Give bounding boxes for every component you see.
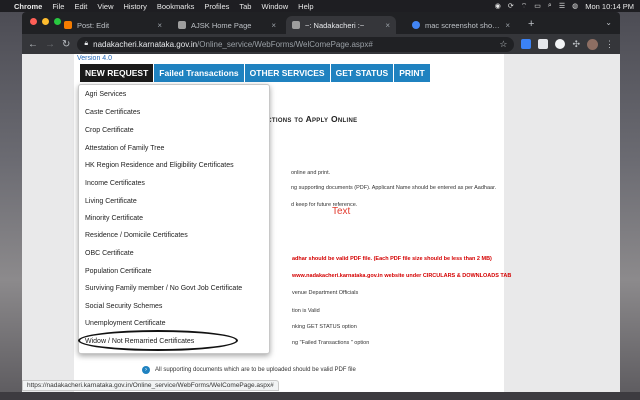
- profile-avatar[interactable]: [587, 38, 598, 50]
- instruction-line: ng "Failed Transactions " option: [292, 340, 370, 346]
- new-request-dropdown: Agri Services Caste Certificates Crop Ce…: [78, 84, 270, 354]
- instruction-line: online and print.: [291, 170, 331, 176]
- info-arrow-icon: ›: [142, 366, 150, 374]
- search-icon[interactable]: ⌕: [548, 2, 552, 10]
- version-label: Version 4.0: [77, 55, 113, 62]
- close-tab-icon[interactable]: ×: [385, 21, 390, 30]
- desktop-bottom: [0, 392, 640, 400]
- menu-item-minority-certificate[interactable]: Minority Certificate: [85, 215, 143, 222]
- menu-item-agri-services[interactable]: Agri Services: [85, 91, 126, 98]
- battery-icon[interactable]: ▭: [534, 2, 541, 10]
- page-viewport: Version 4.0 NEW REQUEST Failed Transacti…: [22, 54, 620, 392]
- menu-bar: Chrome File Edit View History Bookmarks …: [0, 0, 640, 12]
- extension-icon[interactable]: [555, 39, 566, 49]
- globe-icon: [292, 21, 300, 29]
- menu-item-widow-certificates[interactable]: Widow / Not Remarried Certificates: [85, 338, 194, 345]
- tab-title: ~: Nadakacheri :~: [305, 20, 365, 30]
- tab-strip: Post: Edit × AJSK Home Page × ~: Nadakac…: [22, 12, 620, 34]
- tab-nadakacheri[interactable]: ~: Nadakacheri :~ ×: [286, 16, 396, 34]
- bookmark-star-icon[interactable]: ☆: [499, 39, 507, 50]
- menu-item-family-tree[interactable]: Attestation of Family Tree: [85, 145, 164, 152]
- menu-history[interactable]: History: [124, 2, 147, 11]
- menu-item-surviving-family[interactable]: Surviving Family member / No Govt Job Ce…: [85, 285, 242, 292]
- menu-file[interactable]: File: [52, 2, 64, 11]
- instruction-line: venue Department Officials: [292, 290, 359, 296]
- control-center-icon[interactable]: ☰: [559, 2, 565, 10]
- browser-menu-icon[interactable]: ⋮: [605, 39, 614, 50]
- close-tab-icon[interactable]: ×: [505, 21, 510, 30]
- browser-toolbar: ← → ↻ 🔒︎ nadakacheri.karnataka.gov.in/On…: [22, 34, 620, 54]
- menu-item-hk-region[interactable]: HK Region Residence and Eligibility Cert…: [85, 162, 234, 169]
- menu-window[interactable]: Window: [261, 2, 288, 11]
- window-controls: [30, 18, 61, 25]
- instructions-heading: ructions to Apply Online: [258, 114, 358, 124]
- address-host: nadakacheri.karnataka.gov.in: [93, 39, 198, 49]
- instruction-line-warning: www.nadakacheri.karnataka.gov.in website…: [292, 273, 512, 279]
- blogger-icon: [64, 21, 72, 29]
- instruction-line: tion is Valid: [292, 308, 320, 314]
- annotation-text: Text: [332, 206, 351, 217]
- siri-icon[interactable]: ◍: [572, 2, 578, 10]
- tab-title: mac screenshot shortcut - Goo: [425, 20, 501, 30]
- forward-icon[interactable]: →: [45, 39, 55, 50]
- menu-item-social-security[interactable]: Social Security Schemes: [85, 303, 162, 310]
- menu-item-population-certificate[interactable]: Population Certificate: [85, 268, 152, 275]
- instruction-line: ng supporting documents (PDF). Applicant…: [291, 185, 497, 191]
- new-tab-button[interactable]: +: [528, 18, 534, 30]
- nav-new-request[interactable]: NEW REQUEST: [80, 64, 155, 82]
- browser-window: Post: Edit × AJSK Home Page × ~: Nadakac…: [22, 12, 620, 392]
- lock-icon[interactable]: 🔒︎: [84, 40, 88, 48]
- menu-item-residence-certificates[interactable]: Residence / Domicile Certificates: [85, 232, 188, 239]
- record-icon[interactable]: ◉: [495, 2, 501, 10]
- tab-title: Post: Edit: [77, 20, 110, 30]
- tab-google-search[interactable]: mac screenshot shortcut - Goo ×: [406, 16, 516, 34]
- instruction-bullet: › All supporting documents which are to …: [142, 366, 356, 374]
- google-icon: [412, 21, 420, 29]
- extension-icon[interactable]: [538, 39, 549, 49]
- nav-failed-transactions[interactable]: Failed Transactions: [154, 64, 245, 82]
- main-nav: NEW REQUEST Failed Transactions OTHER SE…: [80, 64, 431, 82]
- close-window-button[interactable]: [30, 18, 37, 25]
- extension-icon[interactable]: [521, 39, 532, 49]
- menu-item-caste-certificates[interactable]: Caste Certificates: [85, 109, 140, 116]
- status-url: https://nadakacheri.karnataka.gov.in/Onl…: [27, 382, 274, 389]
- instruction-line: nking GET STATUS option: [292, 324, 357, 330]
- sync-icon[interactable]: ⟳: [508, 2, 514, 10]
- extensions-puzzle-icon[interactable]: ✣: [572, 39, 580, 50]
- menu-item-crop-certificate[interactable]: Crop Certificate: [85, 127, 134, 134]
- nav-get-status[interactable]: GET STATUS: [330, 64, 395, 82]
- address-path: /Online_service/WebForms/WelComePage.asp…: [197, 39, 373, 49]
- nav-other-services[interactable]: OTHER SERVICES: [244, 64, 331, 82]
- menu-item-living-certificate[interactable]: Living Certificate: [85, 198, 137, 205]
- menu-item-obc-certificate[interactable]: OBC Certificate: [85, 250, 134, 257]
- address-bar[interactable]: 🔒︎ nadakacheri.karnataka.gov.in/Online_s…: [77, 36, 515, 52]
- link-status-bar: https://nadakacheri.karnataka.gov.in/Onl…: [22, 380, 279, 391]
- menu-tab[interactable]: Tab: [239, 2, 251, 11]
- reload-icon[interactable]: ↻: [62, 39, 70, 50]
- tab-title: AJSK Home Page: [191, 20, 252, 30]
- menu-profiles[interactable]: Profiles: [204, 2, 229, 11]
- close-tab-icon[interactable]: ×: [157, 21, 162, 30]
- tab-post-edit[interactable]: Post: Edit ×: [58, 16, 168, 34]
- bullet-text: All supporting documents which are to be…: [155, 367, 356, 373]
- menu-app-name[interactable]: Chrome: [14, 2, 42, 11]
- close-tab-icon[interactable]: ×: [271, 21, 276, 30]
- minimize-window-button[interactable]: [42, 18, 49, 25]
- instruction-line-warning: adhar should be valid PDF file. (Each PD…: [292, 256, 492, 262]
- menu-item-unemployment[interactable]: Unemployment Certificate: [85, 320, 166, 327]
- menu-clock[interactable]: Mon 10:14 PM: [585, 2, 634, 11]
- menu-help[interactable]: Help: [298, 2, 313, 11]
- globe-icon: [178, 21, 186, 29]
- menu-view[interactable]: View: [97, 2, 113, 11]
- tab-search-icon[interactable]: ⌄: [605, 18, 612, 27]
- menu-edit[interactable]: Edit: [74, 2, 87, 11]
- tab-ajsk-home[interactable]: AJSK Home Page ×: [172, 16, 282, 34]
- wifi-icon[interactable]: ⌔: [521, 2, 528, 11]
- menu-item-income-certificates[interactable]: Income Certificates: [85, 180, 145, 187]
- back-icon[interactable]: ←: [28, 39, 38, 50]
- menu-bookmarks[interactable]: Bookmarks: [157, 2, 195, 11]
- nav-print[interactable]: PRINT: [394, 64, 431, 82]
